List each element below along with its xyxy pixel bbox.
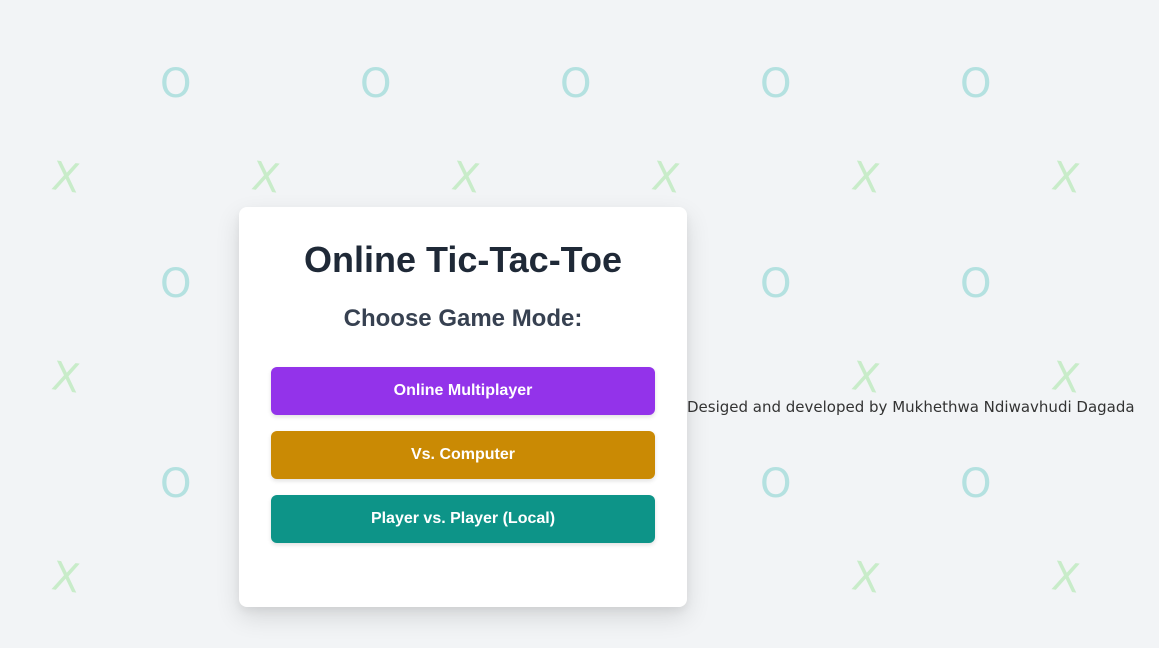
vs-computer-button[interactable]: Vs. Computer [271,431,655,479]
background-x-mark: X [848,353,883,403]
developer-credit: Desiged and developed by Mukhethwa Ndiwa… [687,398,1135,416]
background-o-mark: O [760,461,792,507]
background-x-mark: X [48,153,83,203]
background-x-mark: X [448,153,483,203]
background-x-mark: X [648,153,683,203]
page-title: Online Tic-Tac-Toe [303,239,623,280]
background-o-mark: O [560,61,592,107]
game-mode-card: Online Tic-Tac-Toe Choose Game Mode: Onl… [239,207,687,607]
local-pvp-button[interactable]: Player vs. Player (Local) [271,495,655,543]
background-x-mark: X [1048,153,1083,203]
background-x-mark: X [848,553,883,603]
background-x-mark: X [1048,553,1083,603]
background-x-mark: X [248,153,283,203]
background-o-mark: O [960,261,992,307]
background-o-mark: O [960,61,992,107]
background-x-mark: X [1048,353,1083,403]
background-o-mark: O [760,61,792,107]
online-multiplayer-button[interactable]: Online Multiplayer [271,367,655,415]
background-o-mark: O [160,461,192,507]
background-o-mark: O [360,61,392,107]
background-x-mark: X [848,153,883,203]
background-o-mark: O [760,261,792,307]
background-o-mark: O [960,461,992,507]
background-o-mark: O [160,61,192,107]
background-o-mark: O [160,261,192,307]
background-x-mark: X [48,353,83,403]
background-x-mark: X [48,553,83,603]
game-mode-heading: Choose Game Mode: [343,305,583,332]
